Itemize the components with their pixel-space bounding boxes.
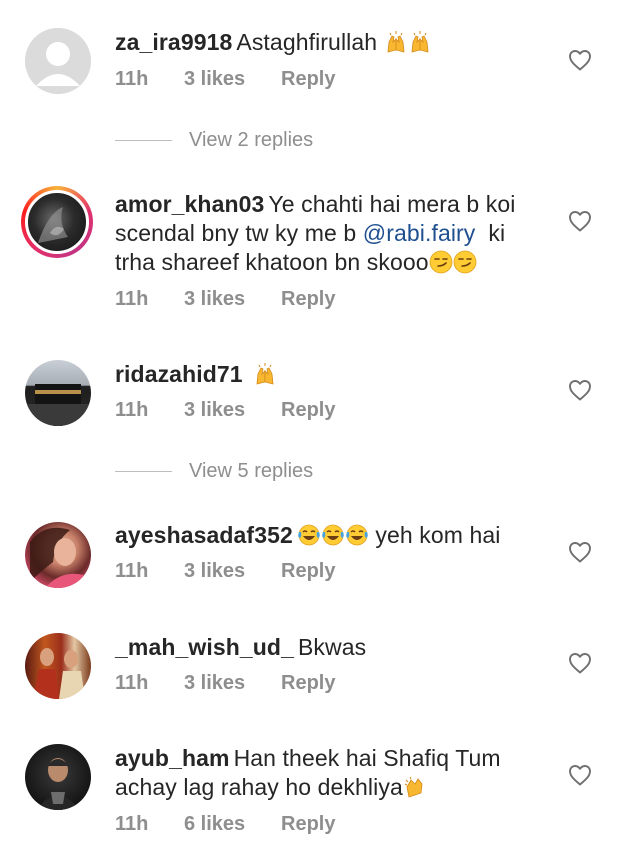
- comment-text: za_ira9918 Astaghfirullah: [115, 28, 535, 57]
- reply-button[interactable]: Reply: [281, 68, 335, 91]
- avatar-photo: [38, 207, 68, 243]
- heart-outline-icon[interactable]: [568, 541, 592, 563]
- comment-text: ayub_ham Han theek hai Shafiq Tum achay l…: [115, 744, 535, 802]
- smirk-icon: [429, 250, 453, 274]
- comment-time: 11h: [115, 399, 149, 421]
- avatar-photo: [30, 527, 91, 588]
- reply-button[interactable]: Reply: [281, 813, 335, 836]
- comment-likes[interactable]: 3 likes: [184, 68, 281, 91]
- comment-likes[interactable]: 3 likes: [184, 399, 281, 422]
- smirk-icon: [453, 250, 477, 274]
- avatar[interactable]: [25, 744, 91, 810]
- avatar[interactable]: [21, 186, 93, 258]
- comment-meta: 11h 3 likes Reply: [115, 672, 335, 695]
- mention-link[interactable]: @rabi.fairy: [363, 220, 476, 246]
- comment-time: 11h: [115, 672, 149, 694]
- reply-button[interactable]: Reply: [281, 288, 335, 311]
- comment-text: _mah_wish_ud_ Bkwas: [115, 633, 535, 662]
- comment-username[interactable]: _mah_wish_ud_: [115, 634, 294, 660]
- avatar-photo: [37, 758, 79, 810]
- view-replies-label[interactable]: View 2 replies: [189, 129, 313, 152]
- raising-hands-icon: [408, 30, 432, 54]
- heart-outline-icon[interactable]: [568, 210, 592, 232]
- divider-line: [115, 140, 172, 141]
- comment-likes[interactable]: 3 likes: [184, 288, 281, 311]
- comment-body: Bkwas: [297, 634, 367, 660]
- comment-likes[interactable]: 3 likes: [184, 560, 281, 583]
- comment-likes[interactable]: 3 likes: [184, 672, 281, 695]
- comment-username[interactable]: ayub_ham: [115, 745, 230, 771]
- comment-time: 11h: [115, 68, 149, 90]
- view-replies-label[interactable]: View 5 replies: [189, 460, 313, 483]
- comment-meta: 11h 3 likes Reply: [115, 399, 335, 422]
- avatar[interactable]: [25, 633, 91, 699]
- avatar[interactable]: [25, 28, 91, 94]
- heart-outline-icon[interactable]: [568, 764, 592, 786]
- comment-text: ridazahid71: [115, 360, 535, 389]
- heart-outline-icon[interactable]: [568, 49, 592, 71]
- heart-outline-icon[interactable]: [568, 379, 592, 401]
- comment-body: Astaghfirullah: [236, 29, 378, 55]
- avatar[interactable]: [25, 522, 91, 588]
- comment-likes[interactable]: 6 likes: [184, 813, 281, 836]
- view-replies-button[interactable]: View 5 replies: [115, 460, 313, 483]
- heart-outline-icon[interactable]: [568, 652, 592, 674]
- comment-time: 11h: [115, 560, 149, 582]
- comment-time: 11h: [115, 813, 149, 835]
- comment-body: yeh kom hai: [375, 522, 501, 548]
- comment-meta: 11h 3 likes Reply: [115, 288, 335, 311]
- comment-username[interactable]: za_ira9918: [115, 29, 232, 55]
- avatar-photo: [25, 384, 91, 426]
- tears-of-joy-icon: [345, 523, 369, 547]
- tears-of-joy-icon: [321, 523, 345, 547]
- comment-meta: 11h 6 likes Reply: [115, 813, 335, 836]
- comment-meta: 11h 3 likes Reply: [115, 68, 335, 91]
- raising-hands-icon: [253, 362, 277, 386]
- comment-username[interactable]: amor_khan03: [115, 191, 264, 217]
- comment-username[interactable]: ayeshasadaf352: [115, 522, 293, 548]
- avatar-photo: [33, 648, 85, 699]
- raising-hands-icon: [384, 30, 408, 54]
- tears-of-joy-icon: [297, 523, 321, 547]
- comment-time: 11h: [115, 288, 149, 310]
- reply-button[interactable]: Reply: [281, 672, 335, 695]
- comment-text: amor_khan03 Ye chahti hai mera b koi scen…: [115, 190, 535, 277]
- default-avatar-icon: [25, 28, 91, 94]
- reply-button[interactable]: Reply: [281, 399, 335, 422]
- avatar[interactable]: [25, 360, 91, 426]
- divider-line: [115, 471, 172, 472]
- comment-text: ayeshasadaf352 yeh kom hai: [115, 521, 535, 550]
- reply-button[interactable]: Reply: [281, 560, 335, 583]
- comment-username[interactable]: ridazahid71: [115, 361, 243, 387]
- comment-meta: 11h 3 likes Reply: [115, 560, 335, 583]
- view-replies-button[interactable]: View 2 replies: [115, 129, 313, 152]
- clapping-hands-icon: [403, 775, 427, 799]
- avatar-image: [25, 190, 89, 254]
